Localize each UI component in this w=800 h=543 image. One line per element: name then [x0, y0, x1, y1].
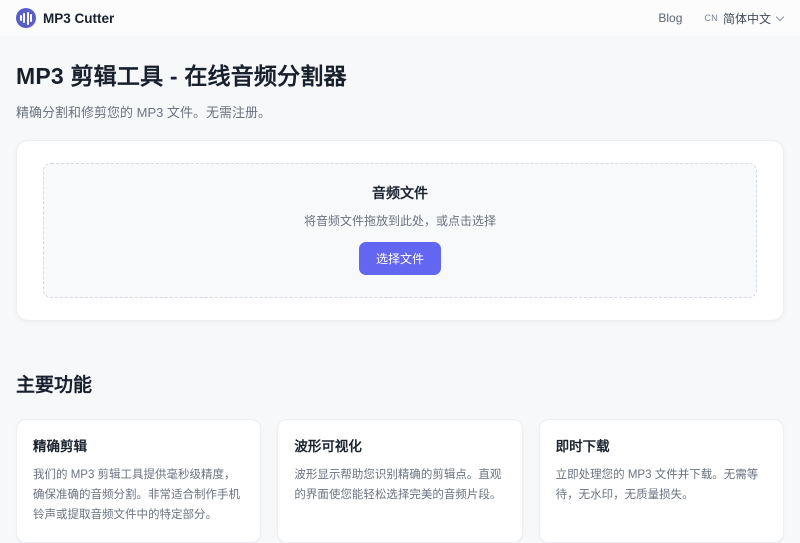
page-subtitle: 精确分割和修剪您的 MP3 文件。无需注册。 — [16, 102, 784, 121]
language-label: 简体中文 — [723, 10, 771, 27]
features-grid: 精确剪辑 我们的 MP3 剪辑工具提供毫秒级精度，确保准确的音频分割。非常适合制… — [16, 419, 784, 543]
main-content: MP3 剪辑工具 - 在线音频分割器 精确分割和修剪您的 MP3 文件。无需注册… — [0, 57, 800, 543]
feature-title: 波形可视化 — [294, 435, 505, 455]
feature-description: 波形显示帮助您识别精确的剪辑点。直观的界面使您能轻松选择完美的音频片段。 — [294, 465, 505, 505]
page-title: MP3 剪辑工具 - 在线音频分割器 — [16, 57, 784, 91]
feature-description: 我们的 MP3 剪辑工具提供毫秒级精度，确保准确的音频分割。非常适合制作手机铃声… — [33, 465, 244, 525]
feature-card-precise-cutting: 精确剪辑 我们的 MP3 剪辑工具提供毫秒级精度，确保准确的音频分割。非常适合制… — [16, 419, 261, 543]
features-heading: 主要功能 — [16, 370, 784, 397]
feature-title: 即时下载 — [556, 435, 767, 455]
choose-file-button[interactable]: 选择文件 — [359, 242, 441, 275]
audio-dropzone[interactable]: 音频文件 将音频文件拖放到此处，或点击选择 选择文件 — [43, 163, 757, 298]
dropzone-title: 音频文件 — [54, 183, 746, 203]
dropzone-hint: 将音频文件拖放到此处，或点击选择 — [54, 212, 746, 229]
chevron-down-icon — [776, 12, 784, 20]
language-selector[interactable]: CN 简体中文 — [704, 10, 784, 27]
feature-card-waveform-visualization: 波形可视化 波形显示帮助您识别精确的剪辑点。直观的界面使您能轻松选择完美的音频片… — [277, 419, 522, 543]
brand-name: MP3 Cutter — [43, 11, 114, 26]
top-header: MP3 Cutter Blog CN 简体中文 — [0, 0, 800, 36]
brand-logo-link[interactable]: MP3 Cutter — [16, 8, 114, 28]
upload-card: 音频文件 将音频文件拖放到此处，或点击选择 选择文件 — [16, 140, 784, 321]
feature-title: 精确剪辑 — [33, 435, 244, 455]
blog-link[interactable]: Blog — [658, 11, 682, 25]
feature-card-instant-download: 即时下载 立即处理您的 MP3 文件并下载。无需等待，无水印，无质量损失。 — [539, 419, 784, 543]
language-code: CN — [704, 13, 718, 23]
feature-description: 立即处理您的 MP3 文件并下载。无需等待，无水印，无质量损失。 — [556, 465, 767, 505]
waveform-logo-icon — [16, 8, 36, 28]
header-actions: Blog CN 简体中文 — [658, 10, 784, 27]
